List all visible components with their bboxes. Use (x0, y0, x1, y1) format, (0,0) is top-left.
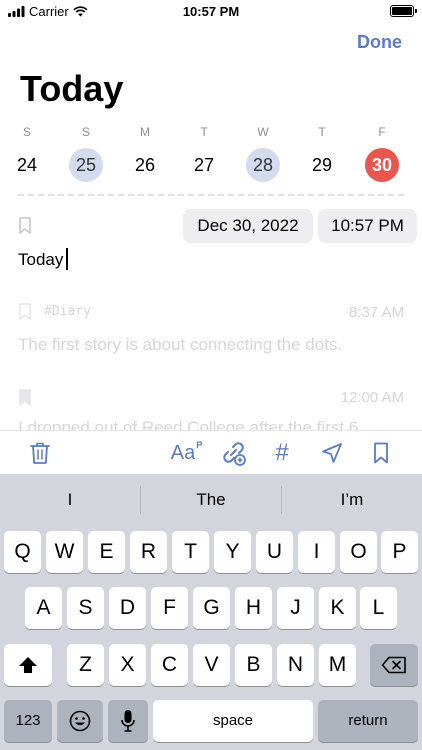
text-format-button[interactable]: Aa P (166, 439, 203, 467)
entry-text-editor[interactable]: Today (18, 248, 69, 270)
shift-key[interactable] (4, 644, 52, 686)
editor-toolbar: Aa P # (0, 430, 422, 474)
entry-time: 12:00 AM (340, 389, 404, 406)
day-tue-27[interactable]: T 27 (184, 122, 224, 182)
backspace-key[interactable] (370, 644, 418, 686)
date-picker-button[interactable]: Dec 30, 2022 (183, 209, 313, 243)
bookmark-icon[interactable] (19, 217, 31, 234)
key-y[interactable]: Y (214, 531, 251, 573)
bookmark-button[interactable] (367, 439, 395, 467)
key-q[interactable]: Q (4, 531, 41, 573)
key-s[interactable]: S (67, 587, 104, 629)
day-number: 29 (311, 155, 333, 175)
suggestion-item[interactable]: The (141, 474, 281, 526)
day-number-today: 30 (365, 148, 399, 182)
key-e[interactable]: E (88, 531, 125, 573)
status-bar: Carrier 10:57 PM (0, 0, 422, 24)
emoji-key[interactable] (57, 700, 103, 742)
key-g[interactable]: G (193, 587, 230, 629)
backspace-icon (381, 656, 406, 674)
key-x[interactable]: X (109, 644, 146, 686)
day-number: 26 (134, 155, 156, 175)
key-d[interactable]: D (109, 587, 146, 629)
entry-text: Today (18, 250, 64, 269)
key-a[interactable]: A (25, 587, 62, 629)
bookmark-filled-icon (19, 389, 31, 406)
delete-button[interactable] (26, 439, 54, 467)
week-strip: S 24 S 25 M 26 T 27 W 28 T 29 F 30 (0, 122, 422, 192)
day-number: 27 (193, 155, 215, 175)
microphone-key[interactable] (108, 700, 148, 742)
day-letter: S (22, 125, 31, 139)
key-i[interactable]: I (298, 531, 335, 573)
key-v[interactable]: V (193, 644, 230, 686)
key-l[interactable]: L (360, 587, 397, 629)
day-sun-24[interactable]: S 24 (7, 122, 47, 182)
key-m[interactable]: M (319, 644, 356, 686)
key-k[interactable]: K (319, 587, 356, 629)
entry-time: 8:37 AM (348, 304, 404, 321)
numbers-key[interactable]: 123 (4, 700, 52, 742)
trash-icon (30, 442, 50, 464)
key-z[interactable]: Z (67, 644, 104, 686)
key-o[interactable]: O (340, 531, 377, 573)
key-h[interactable]: H (235, 587, 272, 629)
key-t[interactable]: T (172, 531, 209, 573)
day-number: 24 (16, 155, 38, 175)
suggestion-item[interactable]: I (0, 474, 140, 526)
time-picker-button[interactable]: 10:57 PM (318, 209, 417, 243)
shift-icon (19, 657, 37, 673)
add-link-button[interactable] (220, 439, 248, 467)
day-thu-29[interactable]: T 29 (302, 122, 342, 182)
day-fri-30[interactable]: F 30 (362, 122, 402, 182)
key-n[interactable]: N (277, 644, 314, 686)
battery-icon (390, 5, 417, 17)
done-button[interactable]: Done (357, 32, 402, 53)
key-b[interactable]: B (235, 644, 272, 686)
bookmark-icon (374, 442, 388, 464)
page-title: Today (20, 68, 124, 109)
key-w[interactable]: W (46, 531, 83, 573)
format-label: Aa P (170, 439, 203, 464)
return-key[interactable]: return (318, 700, 418, 742)
emoji-icon (69, 710, 91, 732)
day-mon-26[interactable]: M 26 (125, 122, 165, 182)
day-letter: T (318, 125, 326, 139)
day-letter: M (140, 125, 150, 139)
status-time: 10:57 PM (182, 4, 240, 19)
key-c[interactable]: C (151, 644, 188, 686)
text-caret (66, 248, 69, 270)
divider (18, 194, 404, 196)
entry-tag: #Diary (44, 304, 91, 319)
entry-preview-text: The first story is about connecting the … (18, 335, 343, 354)
day-letter: S (81, 125, 90, 139)
key-f[interactable]: F (151, 587, 188, 629)
microphone-icon (121, 710, 135, 732)
day-wed-28[interactable]: W 28 (243, 122, 283, 182)
key-r[interactable]: R (130, 531, 167, 573)
key-u[interactable]: U (256, 531, 293, 573)
suggestion-bar: I The I’m (0, 474, 422, 526)
day-letter: F (378, 125, 386, 139)
keyboard: I The I’m Q W E R T Y U I O P A S D F G … (0, 474, 422, 750)
day-number: 28 (246, 148, 280, 182)
hashtag-button[interactable]: # (268, 439, 296, 467)
bookmark-icon (19, 303, 31, 320)
link-add-icon (223, 442, 246, 466)
space-key[interactable]: space (153, 700, 313, 742)
location-button[interactable] (318, 439, 346, 467)
day-sun-25[interactable]: S 25 (66, 122, 106, 182)
day-number: 25 (69, 148, 103, 182)
suggestion-item[interactable]: I’m (282, 474, 422, 526)
day-letter: W (257, 125, 269, 139)
location-arrow-icon (322, 443, 342, 463)
key-j[interactable]: J (277, 587, 314, 629)
key-p[interactable]: P (381, 531, 418, 573)
day-letter: T (200, 125, 208, 139)
